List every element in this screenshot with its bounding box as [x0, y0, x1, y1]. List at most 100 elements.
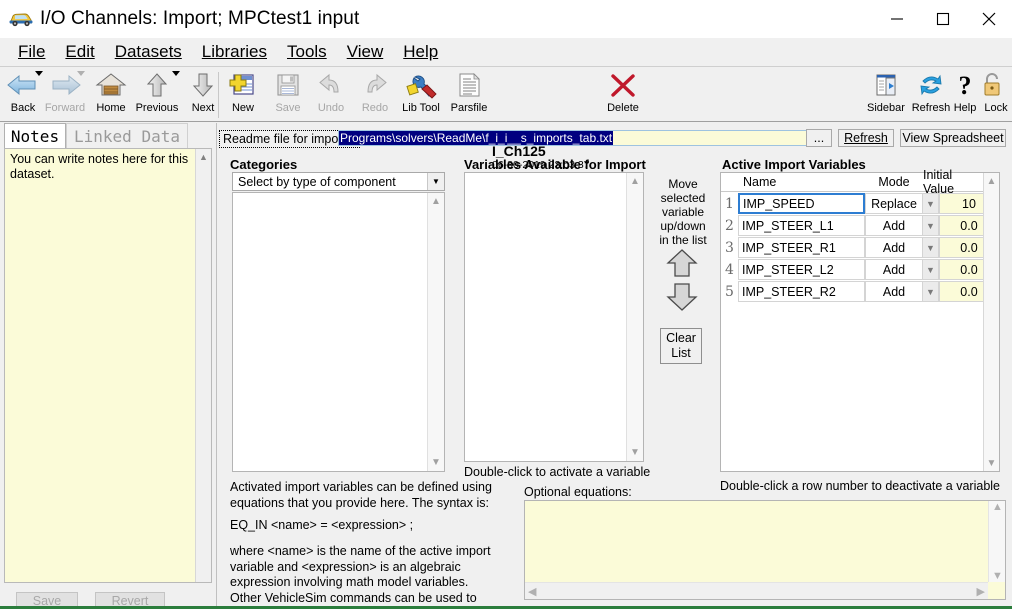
- categories-listbox[interactable]: ▲ ▼: [232, 192, 445, 472]
- chevron-down-icon[interactable]: ▼: [923, 215, 939, 236]
- notes-text[interactable]: You can write notes here for this datase…: [10, 152, 192, 182]
- cell-mode-label: Add: [883, 219, 905, 233]
- available-variables-scrollbar[interactable]: ▲ ▼: [626, 173, 643, 461]
- optional-equations-vscrollbar[interactable]: ▲ ▼: [988, 501, 1005, 582]
- clear-list-label-1: Clear: [666, 331, 696, 346]
- chevron-down-icon[interactable]: ▼: [923, 237, 939, 258]
- table-row[interactable]: 4: [721, 259, 738, 280]
- toolbar-save-button[interactable]: Save: [265, 70, 311, 120]
- toolbar-lock-label: Lock: [984, 102, 1007, 114]
- menu-file[interactable]: File: [8, 40, 55, 64]
- cell-name[interactable]: IMP_STEER_R1: [738, 237, 865, 258]
- menu-view[interactable]: View: [337, 40, 394, 64]
- browse-button[interactable]: ...: [806, 129, 832, 147]
- active-variables-table[interactable]: Name Mode Initial Value 1 IMP_SPEED Repl…: [720, 172, 1000, 472]
- categories-scrollbar[interactable]: ▲ ▼: [427, 193, 444, 471]
- notes-scrollbar[interactable]: ▲: [195, 149, 211, 582]
- toolbar-redo-button[interactable]: Redo: [352, 70, 398, 120]
- cell-name-label: IMP_STEER_L1: [742, 219, 834, 233]
- scroll-right-icon[interactable]: ▶: [974, 585, 988, 598]
- move-up-button[interactable]: [665, 248, 699, 278]
- scroll-down-icon[interactable]: ▼: [627, 444, 643, 461]
- scroll-down-icon[interactable]: ▼: [989, 570, 1005, 582]
- scroll-down-icon[interactable]: ▼: [428, 454, 444, 471]
- toolbar-undo-button[interactable]: Undo: [308, 70, 354, 120]
- title-bar: I/O Channels: Import; MPCtest1 input: [0, 0, 1012, 38]
- toolbar-new-button[interactable]: New: [220, 70, 266, 120]
- cell-mode[interactable]: Add: [865, 237, 923, 258]
- move-down-button[interactable]: [665, 282, 699, 312]
- cell-mode[interactable]: Add: [865, 215, 923, 236]
- notes-panel[interactable]: You can write notes here for this datase…: [4, 148, 212, 583]
- toolbar-back-label: Back: [11, 102, 35, 114]
- cell-name[interactable]: IMP_SPEED: [738, 193, 865, 214]
- refresh-readme-button[interactable]: Refresh: [838, 129, 894, 147]
- cell-mode[interactable]: Replace: [865, 193, 923, 214]
- toolbar-sidebar-button[interactable]: Sidebar: [862, 70, 910, 120]
- cell-name[interactable]: IMP_STEER_L1: [738, 215, 865, 236]
- view-spreadsheet-button[interactable]: View Spreadsheet: [900, 129, 1006, 147]
- cell-name-label: IMP_STEER_R2: [742, 285, 836, 299]
- toolbar-delete-button[interactable]: Delete: [600, 70, 646, 120]
- scroll-up-icon[interactable]: ▲: [984, 173, 999, 189]
- toolbar-lock-button[interactable]: Lock: [980, 70, 1012, 120]
- toolbar-forward-label: Forward: [45, 102, 85, 114]
- active-variables-scrollbar[interactable]: ▲ ▼: [983, 173, 999, 471]
- toolbar-previous-button[interactable]: Previous: [128, 70, 186, 120]
- categories-combo[interactable]: Select by type of component ▼: [232, 172, 445, 191]
- tab-linked-data[interactable]: Linked Data: [66, 123, 188, 148]
- chevron-down-icon[interactable]: ▼: [923, 259, 939, 280]
- tab-notes[interactable]: Notes: [4, 123, 66, 148]
- table-row[interactable]: 3: [721, 237, 738, 258]
- readme-path-input[interactable]: Programs\solvers\ReadMe\f_i_i__s_imports…: [338, 130, 808, 146]
- clear-list-button[interactable]: Clear List: [660, 328, 702, 364]
- table-row[interactable]: 2: [721, 215, 738, 236]
- cell-name[interactable]: IMP_STEER_R2: [738, 281, 865, 302]
- optional-equations-input[interactable]: ▲ ▼ ◀ ▶: [524, 500, 1006, 600]
- cell-name[interactable]: IMP_STEER_L2: [738, 259, 865, 280]
- cell-initial-value-label: 10: [962, 197, 976, 211]
- scroll-up-icon[interactable]: ▲: [196, 149, 211, 165]
- menu-edit[interactable]: Edit: [55, 40, 104, 64]
- chevron-down-icon[interactable]: ▼: [923, 193, 939, 214]
- toolbar-libtool-button[interactable]: Lib Tool: [396, 70, 446, 120]
- toolbar-back-button[interactable]: Back: [0, 70, 46, 120]
- scroll-left-icon[interactable]: ◀: [525, 585, 539, 598]
- maximize-button[interactable]: [920, 0, 966, 38]
- scroll-up-icon[interactable]: ▲: [989, 501, 1005, 513]
- forward-dropdown-caret-icon[interactable]: [77, 71, 85, 76]
- scroll-down-icon[interactable]: ▼: [984, 455, 999, 471]
- arrow-left-icon: [4, 71, 42, 101]
- cell-mode[interactable]: Add: [865, 281, 923, 302]
- toolbar-help-button[interactable]: ? Help: [950, 70, 980, 120]
- toolbar-forward-button[interactable]: Forward: [42, 70, 88, 120]
- wrench-icon: [402, 71, 440, 101]
- scroll-up-icon[interactable]: ▲: [428, 193, 444, 210]
- menu-tools[interactable]: Tools: [277, 40, 337, 64]
- menu-help[interactable]: Help: [393, 40, 448, 64]
- toolbar-redo-label: Redo: [362, 102, 388, 114]
- move-instructions: Move selected variable up/down in the li…: [654, 177, 712, 247]
- chevron-down-icon[interactable]: ▼: [427, 173, 444, 190]
- cell-mode[interactable]: Add: [865, 259, 923, 280]
- active-variables-heading: Active Import Variables: [722, 157, 866, 172]
- table-row[interactable]: 5: [721, 281, 738, 302]
- close-button[interactable]: [966, 0, 1012, 38]
- previous-dropdown-caret-icon[interactable]: [172, 71, 180, 76]
- menu-bar: File Edit Datasets Libraries Tools View …: [0, 38, 1012, 67]
- red-x-icon: [604, 71, 642, 101]
- table-row[interactable]: 1: [721, 193, 738, 214]
- optional-equations-hscrollbar[interactable]: ◀ ▶: [525, 582, 988, 599]
- car-icon: [8, 10, 34, 28]
- available-variables-listbox[interactable]: ▲ ▼: [464, 172, 644, 462]
- active-variables-hint: Double-click a row number to deactivate …: [720, 479, 1000, 493]
- chevron-down-icon[interactable]: ▼: [923, 281, 939, 302]
- toolbar-delete-label: Delete: [607, 102, 639, 114]
- toolbar-parsfile-button[interactable]: Parsfile: [446, 70, 492, 120]
- arrow-down-icon: [184, 71, 222, 101]
- scroll-up-icon[interactable]: ▲: [627, 173, 643, 190]
- table-header-value: Initial Value: [923, 173, 983, 192]
- menu-libraries[interactable]: Libraries: [192, 40, 277, 64]
- minimize-button[interactable]: [874, 0, 920, 38]
- menu-datasets[interactable]: Datasets: [105, 40, 192, 64]
